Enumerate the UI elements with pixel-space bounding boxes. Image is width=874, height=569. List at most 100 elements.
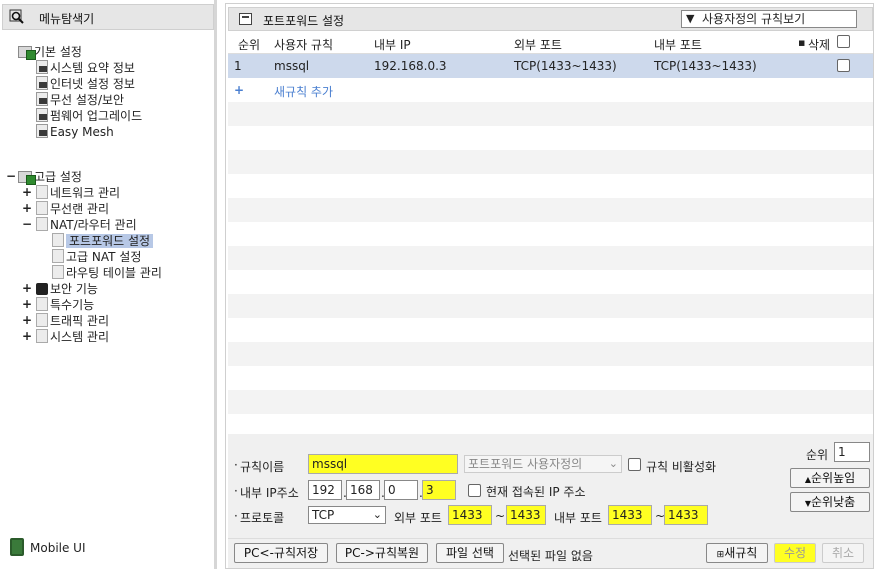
restore-from-pc-button[interactable]: PC->규칙복원: [336, 543, 428, 563]
modify-button[interactable]: 수정: [774, 543, 816, 563]
delete-small-icon: ▪: [798, 36, 806, 49]
expand-icon[interactable]: +: [22, 297, 32, 311]
empty-row: [228, 366, 873, 390]
disable-rule-label: 규칙 비활성화: [646, 460, 717, 474]
col-internal-ip: 내부 IP: [374, 38, 411, 52]
rule-edit-form: · 규칙이름 mssql 포트포워드 사용자정의 ⌄ 규칙 비활성화 순위 1 ▲…: [228, 434, 873, 538]
rules-table-header: 순위 사용자 규칙 내부 IP 외부 포트 내부 포트 ▪ 삭제: [228, 32, 873, 54]
page-icon: [52, 249, 64, 263]
chevron-down-icon: ▼: [686, 12, 695, 25]
order-input[interactable]: 1: [834, 442, 870, 462]
col-delete: 삭제: [808, 38, 831, 52]
tree-item-internet-info[interactable]: 인터넷 설정 정보: [36, 76, 135, 92]
no-file-label: 선택된 파일 없음: [508, 549, 593, 563]
ip-octet-1-input[interactable]: 192: [308, 480, 342, 500]
tree-wireless-management[interactable]: 무선랜 관리: [36, 201, 109, 217]
tree-item-advanced-nat[interactable]: 고급 NAT 설정: [52, 249, 141, 265]
empty-row: [228, 342, 873, 366]
network-folder-icon: [36, 185, 48, 199]
current-ip-label: 현재 접속된 IP 주소: [486, 485, 586, 499]
page-icon: [36, 76, 48, 90]
magnifier-icon: [9, 9, 24, 24]
rule-name-input[interactable]: mssql: [308, 454, 458, 474]
tree-item-wireless-security[interactable]: 무선 설정/보안: [36, 92, 124, 108]
expand-icon[interactable]: +: [22, 281, 32, 295]
tree-traffic-management[interactable]: 트래픽 관리: [36, 313, 109, 329]
row-delete-checkbox[interactable]: [837, 59, 850, 72]
internal-port-to-input[interactable]: 1433: [664, 505, 708, 525]
tree-item-port-forward[interactable]: 포트포워드 설정: [52, 233, 154, 249]
expand-icon[interactable]: +: [22, 201, 32, 215]
save-to-pc-button[interactable]: PC<-규칙저장: [234, 543, 328, 563]
add-rule-row[interactable]: + 새규칙 추가: [228, 78, 873, 102]
tree-nat-router[interactable]: NAT/라우터 관리: [36, 217, 137, 233]
empty-row: [228, 270, 873, 294]
external-port-from-input[interactable]: 1433: [448, 505, 492, 525]
internal-port-from-input[interactable]: 1433: [608, 505, 652, 525]
empty-row: [228, 198, 873, 222]
empty-row: [228, 318, 873, 342]
expand-icon[interactable]: +: [22, 313, 32, 327]
empty-row: [228, 222, 873, 246]
tree-advanced-settings[interactable]: 고급 설정: [18, 169, 82, 185]
tree-security[interactable]: 보안 기능: [36, 281, 98, 297]
view-rules-select[interactable]: ▼ 사용자정의 규칙보기: [681, 10, 857, 28]
disable-rule-checkbox[interactable]: [628, 458, 641, 471]
upgrade-page-icon: [36, 108, 48, 122]
select-all-checkbox[interactable]: [837, 35, 850, 48]
expand-icon[interactable]: +: [22, 185, 32, 199]
tree-item-routing-table[interactable]: 라우팅 테이블 관리: [52, 265, 162, 281]
table-row[interactable]: 1 mssql 192.168.0.3 TCP(1433~1433) TCP(1…: [228, 54, 873, 78]
expand-icon[interactable]: +: [22, 329, 32, 343]
collapse-icon[interactable]: −: [22, 217, 32, 231]
cancel-button[interactable]: 취소: [822, 543, 864, 563]
tree-system-management[interactable]: 시스템 관리: [36, 329, 109, 345]
ip-octet-3-input[interactable]: 0: [384, 480, 418, 500]
rule-name-label: 규칙이름: [240, 460, 285, 474]
external-port-to-input[interactable]: 1433: [506, 505, 546, 525]
add-rule-link[interactable]: 새규칙 추가: [274, 83, 333, 100]
wireless-folder-icon: [36, 201, 48, 215]
tree-item-system-summary[interactable]: 시스템 요약 정보: [36, 60, 135, 76]
tree-network-management[interactable]: 네트워크 관리: [36, 185, 120, 201]
col-internal-port: 내부 포트: [654, 38, 702, 52]
col-order: 순위: [238, 38, 261, 52]
order-up-button[interactable]: ▲순위높임: [790, 468, 870, 488]
protocol-select[interactable]: TCP ⌄: [308, 506, 386, 524]
tree-item-firmware-upgrade[interactable]: 펌웨어 업그레이드: [36, 108, 142, 124]
tree-basic-settings[interactable]: 기본 설정: [18, 44, 82, 60]
bullet: ·: [234, 458, 238, 472]
mobile-phone-icon: [10, 538, 24, 556]
wireless-page-icon: [36, 92, 48, 106]
ip-octet-2-input[interactable]: 168: [346, 480, 380, 500]
empty-row: [228, 102, 873, 126]
bottom-toolbar: PC<-규칙저장 PC->규칙복원 파일 선택 선택된 파일 없음 ⊞새규칙 수…: [228, 538, 873, 568]
tree-special-functions[interactable]: 특수기능: [36, 297, 94, 313]
empty-row: [228, 414, 873, 434]
current-ip-checkbox[interactable]: [468, 484, 481, 497]
special-folder-icon: [36, 297, 48, 311]
system-folder-icon: [36, 329, 48, 343]
router-folder-icon: [36, 217, 48, 231]
ip-octet-4-input[interactable]: 3: [422, 480, 456, 500]
lock-icon: [36, 283, 48, 295]
traffic-chart-icon: [36, 313, 48, 327]
chevron-down-icon: ⌄: [608, 457, 618, 470]
folder-icon: [18, 171, 36, 185]
empty-row: [228, 174, 873, 198]
panel-header: 포트포워드 설정 ▼ 사용자정의 규칙보기: [228, 7, 873, 31]
empty-row: [228, 246, 873, 270]
new-rule-button[interactable]: ⊞새규칙: [706, 543, 768, 563]
tree-item-easy-mesh[interactable]: Easy Mesh: [36, 124, 114, 140]
order-down-button[interactable]: ▼순위낮춤: [790, 492, 870, 512]
mobile-ui-link[interactable]: Mobile UI: [10, 538, 86, 558]
bullet: ·: [234, 484, 238, 498]
choose-file-button[interactable]: 파일 선택: [436, 543, 504, 563]
panel-title: 포트포워드 설정: [263, 14, 345, 28]
protocol-label: 프로토콜: [240, 511, 285, 525]
collapse-icon[interactable]: −: [6, 169, 16, 183]
menu-explorer-panel: 메뉴탐색기 기본 설정 시스템 요약 정보 인터넷 설정 정보 무선 설정/보안…: [0, 0, 217, 569]
empty-row: [228, 150, 873, 174]
port-forward-panel: 포트포워드 설정 ▼ 사용자정의 규칙보기 순위 사용자 규칙 내부 IP 외부…: [225, 3, 874, 569]
rule-template-select[interactable]: 포트포워드 사용자정의 ⌄: [464, 455, 622, 473]
